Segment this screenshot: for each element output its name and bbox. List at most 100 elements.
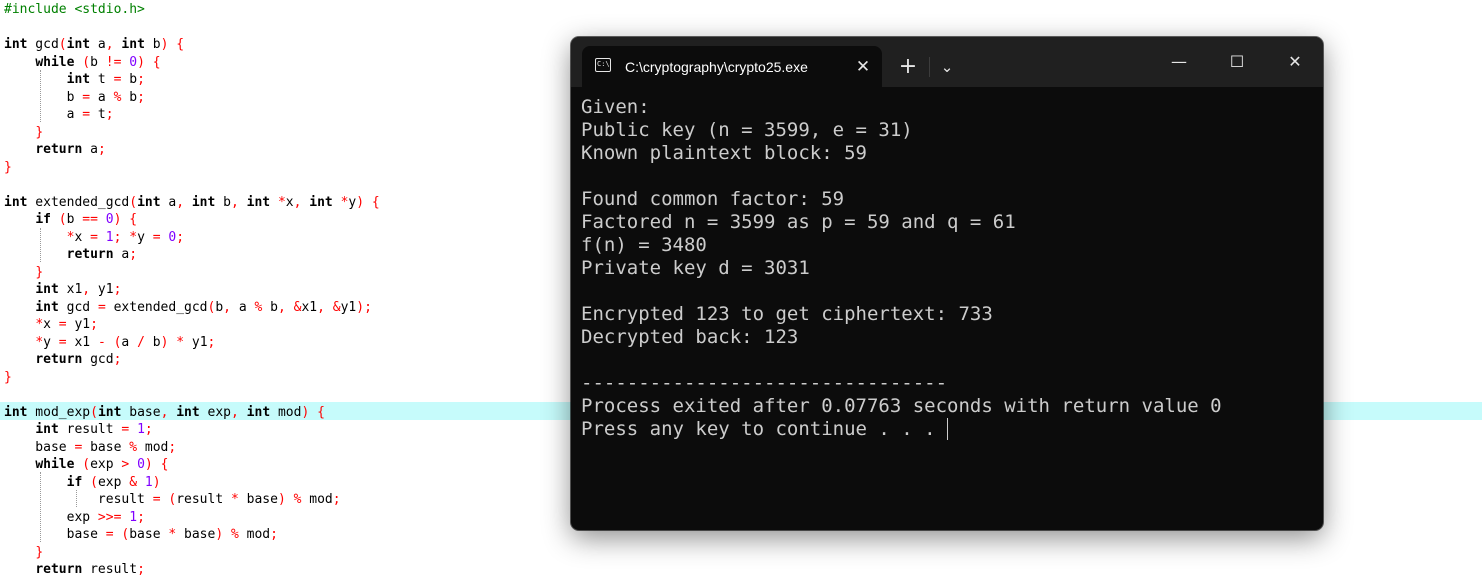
code-line[interactable]: int gcd = extended_gcd(b, a % b, &x1, &y…: [4, 299, 372, 317]
code-token: {: [129, 212, 138, 227]
code-token: exp: [90, 457, 122, 472]
code-line[interactable]: return result;: [4, 561, 145, 579]
titlebar-divider: [929, 57, 930, 77]
code-token: a: [231, 299, 255, 315]
code-line[interactable]: *y = x1 - (a / b) * y1;: [4, 334, 215, 352]
minimize-button[interactable]: —: [1151, 43, 1207, 81]
code-line[interactable]: }: [4, 264, 43, 282]
code-line[interactable]: b = a % b;: [4, 89, 145, 107]
code-line[interactable]: return a;: [4, 246, 137, 264]
indent-guide: [40, 228, 41, 262]
code-token: =: [97, 299, 106, 315]
code-token: (: [129, 194, 138, 210]
code-token: y1: [184, 334, 208, 350]
new-tab-button[interactable]: +: [894, 52, 922, 82]
code-token: a: [82, 142, 98, 157]
code-line[interactable]: return gcd;: [4, 351, 121, 369]
code-token: int: [246, 194, 271, 210]
code-line[interactable]: exp >>= 1;: [4, 509, 145, 527]
close-button[interactable]: ✕: [1267, 43, 1323, 81]
code-token: ,: [317, 299, 325, 315]
code-token: x1: [301, 299, 318, 315]
code-line[interactable]: return a;: [4, 141, 106, 159]
code-line[interactable]: *x = y1;: [4, 316, 98, 334]
code-line[interactable]: if (exp & 1): [4, 474, 161, 492]
code-token: }: [35, 124, 44, 140]
code-token: ;: [137, 509, 145, 525]
code-token: ;: [207, 334, 216, 350]
code-line[interactable]: }: [4, 544, 43, 562]
code-line[interactable]: int t = b;: [4, 71, 145, 89]
code-token: ,: [176, 194, 185, 210]
code-line[interactable]: int gcd(int a, int b) {: [4, 36, 184, 54]
code-line[interactable]: int mod_exp(int base, int exp, int mod) …: [4, 404, 325, 422]
code-token: x1: [66, 334, 98, 350]
terminal-output[interactable]: Given: Public key (n = 3599, e = 31) Known…: [581, 96, 1313, 516]
console-line: Factored n = 3599 as p = 59 and q = 61: [581, 211, 1016, 233]
code-token: base: [121, 404, 161, 420]
code-token: result: [82, 562, 138, 577]
code-line[interactable]: }: [4, 159, 12, 177]
tab-close-icon[interactable]: ✕: [852, 56, 874, 78]
code-line[interactable]: }: [4, 369, 12, 387]
indent-guide: [40, 472, 41, 542]
code-token: return: [35, 352, 83, 367]
code-token: mod: [301, 492, 333, 507]
code-token: ): [356, 299, 365, 315]
code-line[interactable]: *x = 1; *y = 0;: [4, 229, 184, 247]
code-token: 1: [129, 509, 138, 525]
code-token: y: [43, 334, 59, 350]
code-token: extended_gcd: [27, 194, 130, 210]
code-token: x: [74, 229, 91, 245]
code-line[interactable]: #include <stdio.h>: [4, 1, 145, 19]
code-token: b: [66, 212, 83, 227]
code-token: ;: [332, 492, 341, 507]
code-line[interactable]: if (b == 0) {: [4, 211, 137, 229]
code-line[interactable]: int x1, y1;: [4, 281, 121, 299]
code-line[interactable]: base = (base * base) % mod;: [4, 526, 278, 544]
code-token: x: [43, 317, 59, 332]
code-token: while: [35, 54, 75, 70]
code-token: x: [285, 194, 294, 210]
code-token: =: [58, 334, 67, 350]
code-line[interactable]: while (b != 0) {: [4, 54, 160, 72]
maximize-button[interactable]: ☐: [1209, 43, 1265, 81]
code-token: ;: [97, 142, 106, 157]
code-token: ): [215, 527, 224, 542]
code-line[interactable]: base = base % mod;: [4, 439, 176, 457]
code-line[interactable]: result = (result * base) % mod;: [4, 491, 341, 509]
code-line[interactable]: int result = 1;: [4, 421, 152, 439]
code-token: base: [129, 527, 169, 542]
code-line[interactable]: while (exp > 0) {: [4, 456, 168, 474]
terminal-titlebar[interactable]: C:\ C:\cryptography\crypto25.exe ✕ + ⌄ —…: [571, 37, 1323, 87]
dropdown-icon[interactable]: ⌄: [935, 52, 959, 82]
code-token: ): [152, 474, 161, 490]
tab-title: C:\cryptography\crypto25.exe: [625, 59, 808, 75]
code-token: }: [4, 369, 12, 385]
code-line[interactable]: }: [4, 124, 43, 142]
code-token: base: [4, 527, 106, 542]
console-line: Private key d = 3031: [581, 257, 810, 279]
code-token: ): [144, 457, 153, 472]
code-token: int: [35, 282, 59, 297]
indent-guide: [40, 70, 41, 122]
terminal-window[interactable]: C:\ C:\cryptography\crypto25.exe ✕ + ⌄ —…: [571, 37, 1323, 530]
terminal-tab[interactable]: C:\ C:\cryptography\crypto25.exe ✕: [582, 46, 882, 87]
code-token: ): [277, 492, 286, 507]
code-token: t: [90, 107, 106, 122]
code-line[interactable]: a = t;: [4, 106, 114, 124]
code-line[interactable]: int extended_gcd(int a, int b, int *x, i…: [4, 194, 380, 212]
code-token: }: [35, 544, 44, 560]
console-line: Public key (n = 3599, e = 31): [581, 119, 913, 141]
code-token: int: [35, 299, 59, 315]
